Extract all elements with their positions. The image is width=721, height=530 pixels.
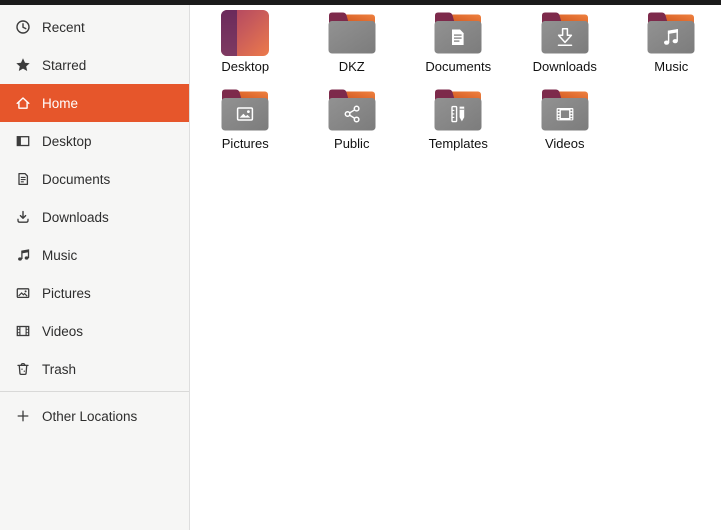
file-item-documents[interactable]: Documents <box>425 10 491 87</box>
sidebar-item-home[interactable]: Home <box>0 84 189 122</box>
sidebar-item-recent[interactable]: Recent <box>0 8 189 46</box>
video-emblem-icon <box>556 108 574 121</box>
file-item-templates[interactable]: Templates <box>429 87 488 164</box>
folder-picture-icon <box>221 87 269 133</box>
desktop-gradient-icon <box>221 10 270 56</box>
sidebar-item-label: Documents <box>42 171 111 187</box>
file-label: Desktop <box>221 59 270 74</box>
file-label: Downloads <box>532 59 597 74</box>
sidebar-item-label: Desktop <box>42 133 92 149</box>
file-item-downloads[interactable]: Downloads <box>533 10 597 87</box>
sidebar-item-label: Trash <box>42 361 77 377</box>
documents-icon <box>15 171 31 187</box>
sidebar-item-documents[interactable]: Documents <box>0 160 189 198</box>
document-emblem-icon <box>452 29 464 45</box>
sidebar-item-label: Other Locations <box>42 408 138 424</box>
sidebar-item-starred[interactable]: Starred <box>0 46 189 84</box>
videos-icon <box>15 323 31 339</box>
folder-template-icon <box>434 87 482 133</box>
file-item-public[interactable]: Public <box>328 87 376 164</box>
file-label: Public <box>334 136 370 151</box>
folder-download-icon <box>541 10 589 56</box>
home-icon <box>15 95 31 111</box>
file-label: Documents <box>425 59 492 74</box>
folder-share-icon <box>328 87 376 133</box>
file-item-desktop[interactable]: Desktop <box>221 10 270 87</box>
music-icon <box>15 247 31 263</box>
sidebar-item-music[interactable]: Music <box>0 236 189 274</box>
sidebar-item-label: Recent <box>42 19 85 35</box>
file-manager-window: Recent Starred Home Desktop Documents Do… <box>0 0 721 530</box>
file-item-pictures[interactable]: Pictures <box>221 87 269 164</box>
recent-clock-icon <box>15 19 31 35</box>
window-content: Recent Starred Home Desktop Documents Do… <box>0 5 721 530</box>
sidebar-item-trash[interactable]: Trash <box>0 350 189 388</box>
sidebar-item-desktop[interactable]: Desktop <box>0 122 189 160</box>
sidebar-separator <box>0 391 189 392</box>
file-label: Pictures <box>221 136 269 151</box>
files-view: Desktop DKZ Documents Downloads Music Pi… <box>190 5 721 530</box>
trash-icon <box>15 361 31 377</box>
folder-plain-icon <box>328 10 376 56</box>
sidebar-item-label: Downloads <box>42 209 109 225</box>
sidebar-item-other-locations[interactable]: Other Locations <box>0 397 189 435</box>
sidebar-item-label: Music <box>42 247 78 263</box>
desktop-icon <box>15 133 31 149</box>
sidebar-item-label: Pictures <box>42 285 91 301</box>
folder-music-icon <box>647 10 695 56</box>
file-label: Videos <box>544 136 585 151</box>
file-item-music[interactable]: Music <box>647 10 695 87</box>
file-item-videos[interactable]: Videos <box>541 87 589 164</box>
file-label: Templates <box>428 136 488 151</box>
sidebar-item-label: Home <box>42 95 79 111</box>
downloads-icon <box>15 209 31 225</box>
file-grid: Desktop DKZ Documents Downloads Music Pi… <box>192 10 721 164</box>
folder-document-icon <box>434 10 482 56</box>
file-label: DKZ <box>338 59 365 74</box>
sidebar-item-downloads[interactable]: Downloads <box>0 198 189 236</box>
star-icon <box>15 57 31 73</box>
places-sidebar: Recent Starred Home Desktop Documents Do… <box>0 5 190 530</box>
file-item-dkz[interactable]: DKZ <box>328 10 376 87</box>
folder-video-icon <box>541 87 589 133</box>
file-label: Music <box>654 59 689 74</box>
sidebar-item-pictures[interactable]: Pictures <box>0 274 189 312</box>
pictures-icon <box>15 285 31 301</box>
sidebar-item-label: Videos <box>42 323 84 339</box>
sidebar-item-videos[interactable]: Videos <box>0 312 189 350</box>
plus-icon <box>15 408 31 424</box>
sidebar-item-label: Starred <box>42 57 87 73</box>
